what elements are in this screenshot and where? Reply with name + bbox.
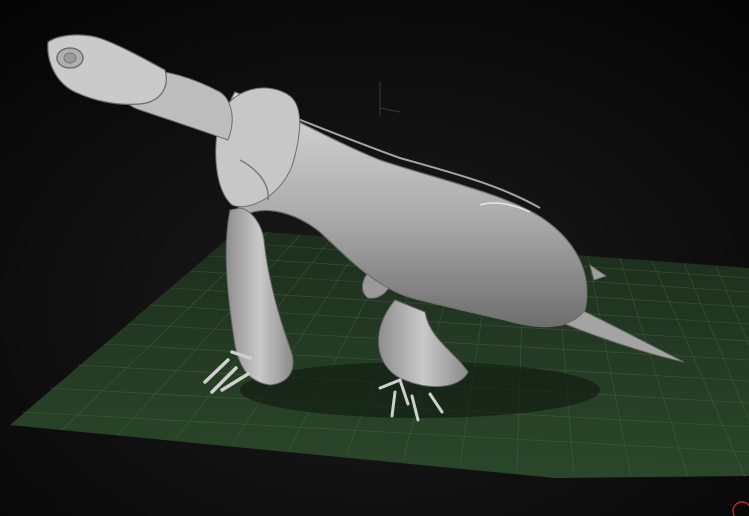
viewport-canvas[interactable]	[0, 0, 749, 516]
3d-viewport[interactable]	[0, 0, 749, 516]
